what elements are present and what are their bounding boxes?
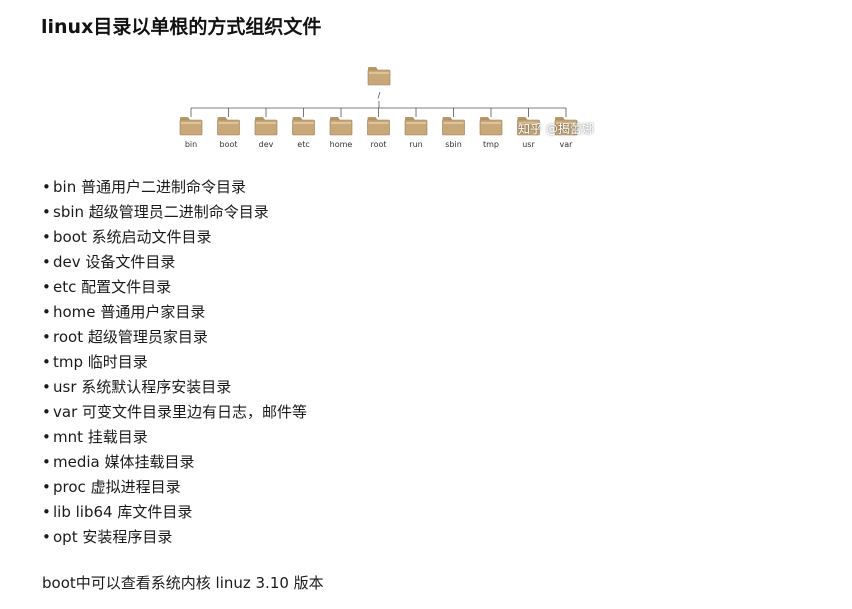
dir-description: 媒体挂载目录 <box>104 453 195 471</box>
list-item: • proc 虚拟进程目录 <box>42 475 307 500</box>
folder-label: root <box>370 140 386 149</box>
dir-name: opt <box>53 528 78 546</box>
dir-description: 普通用户家目录 <box>100 303 206 321</box>
directory-list: • bin 普通用户二进制命令目录 • sbin 超级管理员二进制命令目录 • boot … <box>42 175 307 550</box>
bullet: • <box>42 353 51 371</box>
folder-icon <box>367 117 390 136</box>
root-label: / <box>378 91 381 100</box>
dir-name: proc <box>53 478 86 496</box>
dir-description: 挂载目录 <box>87 428 148 446</box>
dir-name: mnt <box>53 428 83 446</box>
folder-icon <box>479 117 503 136</box>
dir-description: 系统启动文件目录 <box>91 228 212 246</box>
list-item: • tmp 临时目录 <box>42 350 307 375</box>
list-item: • dev 设备文件目录 <box>42 250 307 275</box>
dir-description: 配置文件目录 <box>81 278 172 296</box>
list-item: • boot 系统启动文件目录 <box>42 225 307 250</box>
dir-description: 超级管理员家目录 <box>87 328 208 346</box>
bullet: • <box>42 428 51 446</box>
folder-icon <box>254 117 278 136</box>
bullet: • <box>42 478 51 496</box>
dir-name: bin <box>53 178 77 196</box>
folder-icon <box>404 117 428 136</box>
footer-note: boot中可以查看系统内核 linuz 3.10 版本 <box>42 574 324 592</box>
bullet: • <box>42 303 51 321</box>
dir-description: 可变文件目录里边有日志，邮件等 <box>82 403 308 421</box>
dir-name: usr <box>53 378 77 396</box>
dir-description: 普通用户二进制命令目录 <box>80 178 246 196</box>
dir-name: etc <box>53 278 77 296</box>
bullet: • <box>42 403 51 421</box>
list-item: • home 普通用户家目录 <box>42 300 307 325</box>
dir-name: boot <box>53 228 87 246</box>
dir-description: 临时目录 <box>87 353 148 371</box>
dir-description: 系统默认程序安装目录 <box>81 378 232 396</box>
bullet: • <box>42 228 51 246</box>
list-item: • sbin 超级管理员二进制命令目录 <box>42 200 307 225</box>
bullet: • <box>42 328 51 346</box>
list-item: • usr 系统默认程序安装目录 <box>42 375 307 400</box>
folder-label: bin <box>185 140 197 149</box>
bullet: • <box>42 253 51 271</box>
folder-label: tmp <box>483 140 499 149</box>
bullet: • <box>42 453 51 471</box>
list-item: • mnt 挂载目录 <box>42 425 307 450</box>
list-item: • etc 配置文件目录 <box>42 275 307 300</box>
folder-label: var <box>560 140 574 149</box>
dir-name: lib lib64 <box>53 503 113 521</box>
bullet: • <box>42 528 51 546</box>
dir-name: root <box>53 328 84 346</box>
folder-label: run <box>409 140 422 149</box>
bullet: • <box>42 378 51 396</box>
folder-label: usr <box>522 140 535 149</box>
dir-name: home <box>53 303 96 321</box>
dir-name: var <box>53 403 78 421</box>
directory-tree-svg: / bin boot dev etc home root run sbin tmp usr var <box>179 67 578 149</box>
folder-icon <box>442 117 465 136</box>
list-item: • media 媒体挂载目录 <box>42 450 307 475</box>
list-item: • var 可变文件目录里边有日志，邮件等 <box>42 400 307 425</box>
list-item: • bin 普通用户二进制命令目录 <box>42 175 307 200</box>
root-folder-icon <box>367 67 391 86</box>
list-item: • opt 安装程序目录 <box>42 525 307 550</box>
folder-label: home <box>330 140 353 149</box>
folder-label: etc <box>297 140 309 149</box>
dir-name: sbin <box>53 203 85 221</box>
page-title: linux目录以单根的方式组织文件 <box>41 16 322 38</box>
dir-name: dev <box>53 253 81 271</box>
folder-label: dev <box>259 140 274 149</box>
watermark: 知乎 @揭蕾娜 <box>518 122 594 136</box>
dir-description: 虚拟进程目录 <box>90 478 181 496</box>
folder-label: boot <box>219 140 237 149</box>
folder-icon <box>329 117 353 136</box>
dir-name: tmp <box>53 353 84 371</box>
folder-icon <box>217 117 240 136</box>
folder-icon <box>292 117 315 136</box>
dir-name: media <box>53 453 100 471</box>
dir-description: 超级管理员二进制命令目录 <box>88 203 269 221</box>
bullet: • <box>42 203 51 221</box>
dir-description: 库文件目录 <box>117 503 193 521</box>
directory-tree-diagram: / bin boot dev etc home root run sbin tmp usr var <box>170 60 620 160</box>
list-item: • root 超级管理员家目录 <box>42 325 307 350</box>
list-item: • lib lib64 库文件目录 <box>42 500 307 525</box>
folder-icon <box>179 117 203 136</box>
bullet: • <box>42 278 51 296</box>
bullet: • <box>42 503 51 521</box>
dir-description: 设备文件目录 <box>85 253 176 271</box>
folder-label: sbin <box>445 140 462 149</box>
bullet: • <box>42 178 51 196</box>
dir-description: 安装程序目录 <box>82 528 173 546</box>
